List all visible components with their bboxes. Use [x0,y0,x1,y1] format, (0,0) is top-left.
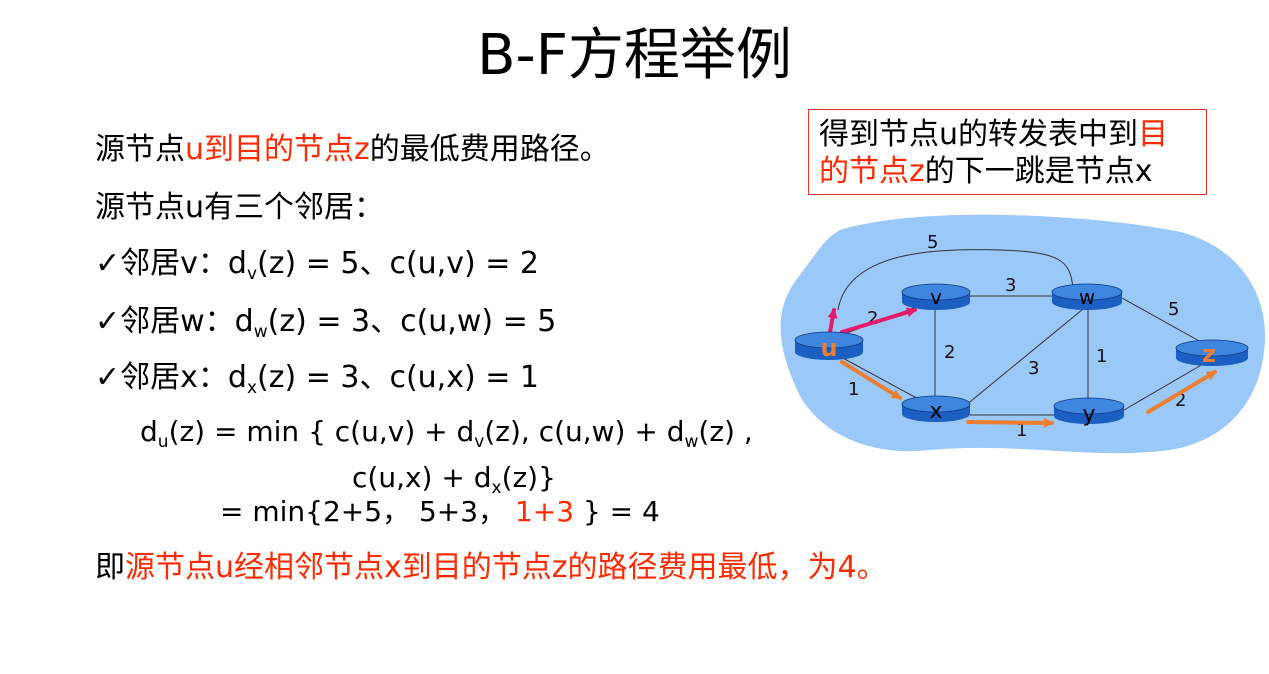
page-title: B-F方程举例 [477,23,792,88]
formula-text: (z)} [501,461,556,494]
conclusion-text: 源节点u经相邻节点x到目的节点z的路径费用最低，为4。 [125,550,887,585]
node-label-y: y [1082,402,1095,427]
cost-label: 5 [1168,299,1179,320]
text-u-to-z: u到目的节点z [185,132,370,167]
callout-text: 得到节点u的转发表中到 [819,117,1139,152]
neighbor-x-label: 邻居x：d [120,360,247,395]
cost-label: 1 [848,379,859,400]
subscript: x [246,378,257,398]
neighbor-v-line: ✓邻居v：dv(z) = 5、c(u,v) = 2 [95,246,539,284]
router-v: v [901,283,971,310]
formula-text: } = 4 [582,495,660,528]
arrow-x-y [966,417,1054,428]
formula-line-3: = min{2+5， 5+3， 1+3 } = 4 [220,495,660,529]
neighbor-w-label: 邻居w：d [120,304,254,339]
neighbor-v-values: (z) = 5、c(u,v) = 2 [257,246,539,281]
conclusion-line: 即源节点u经相邻节点x到目的节点z的路径费用最低，为4。 [95,550,887,586]
formula-line-2: c(u,x) + dx(z)} [352,461,556,497]
forwarding-callout: 得到节点u的转发表中到目的节点z的下一跳是节点x [808,109,1207,195]
formula-text: (z), c(u,w) + d [484,415,685,448]
problem-line: 源节点u到目的节点z的最低费用路径。 [95,132,610,168]
formula-text: d [140,415,158,448]
neighbor-x-values: (z) = 3、c(u,x) = 1 [257,360,539,395]
cost-label: 3 [1005,275,1016,296]
subscript: v [246,264,257,284]
formula-text: = min{2+5， 5+3， [220,495,507,528]
cost-label: 3 [1028,358,1039,379]
callout-next-hop: 的下一跳是节点x [924,154,1153,189]
node-label-w: w [1079,285,1095,309]
node-label-v: v [930,285,942,309]
formula-text: (z) , [698,415,753,448]
neighbor-w-line: ✓邻居w：dw(z) = 3、c(u,w) = 5 [95,304,557,342]
node-label-z: z [1202,340,1216,368]
check-icon: ✓ [95,304,121,339]
node-label-u: u [820,334,837,362]
formula-text: c(u,x) + d [352,461,492,494]
subscript: w [253,322,268,342]
check-icon: ✓ [95,360,121,395]
formula-min-term: 1+3 [514,495,575,528]
network-cloud [780,214,1265,454]
neighbor-v-label: 邻居v：d [120,246,247,281]
text-source-node: 源节点 [95,132,185,167]
router-u: u [794,331,864,362]
neighbors-line: 源节点u有三个邻居： [95,190,385,225]
conclusion-prefix: 即 [95,550,125,585]
router-w: w [1051,283,1123,310]
cost-label: 2 [944,342,955,363]
subscript: u [157,432,169,452]
cost-label: 5 [927,232,938,253]
text-min-cost-path: 的最低费用路径。 [369,132,610,167]
network-diagram: 5 2 3 5 2 3 1 1 1 2 u v w x y z [780,214,1265,454]
neighbor-w-values: (z) = 3、c(u,w) = 5 [267,304,557,339]
formula-text: (z) = min { c(u,v) + d [168,415,475,448]
subscript: w [684,432,699,452]
cost-label: 1 [1096,346,1107,367]
neighbor-x-line: ✓邻居x：dx(z) = 3、c(u,x) = 1 [95,360,539,398]
formula-line-1: du(z) = min { c(u,v) + dv(z), c(u,w) + d… [140,415,753,452]
node-label-x: x [929,399,942,424]
check-icon: ✓ [95,246,121,281]
subscript: v [474,432,485,452]
